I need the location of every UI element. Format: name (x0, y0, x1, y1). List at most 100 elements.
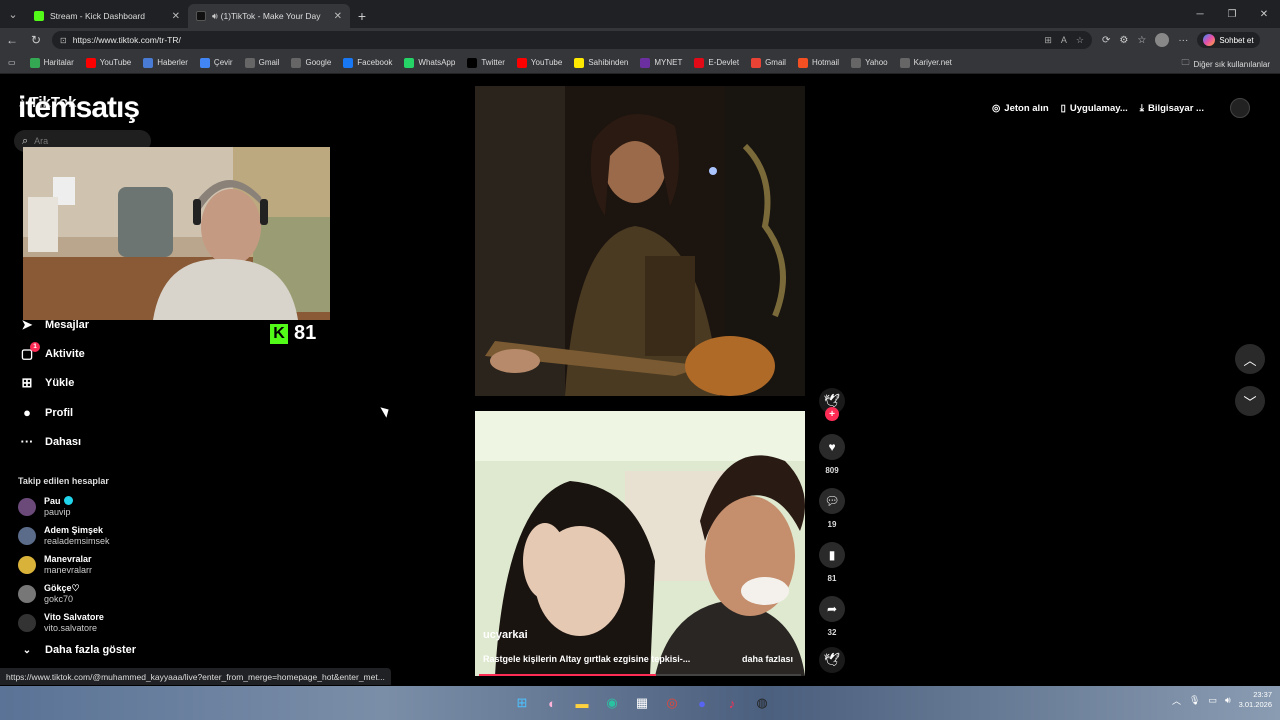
close-window-icon[interactable]: ✕ (1248, 0, 1280, 28)
copilot-icon (1203, 34, 1216, 46)
reload-icon[interactable]: ↻ (24, 28, 48, 52)
audio-playing-icon[interactable]: 🔊︎ (212, 11, 218, 22)
extensions-icon[interactable]: ⟳ (1102, 35, 1110, 46)
following-item[interactable]: Gökçe♡ gokc70 (18, 580, 110, 609)
bookmark-label: Twitter (481, 58, 505, 67)
verified-badge-icon (63, 495, 73, 505)
bookmark-item[interactable]: Kariyer.net (899, 57, 952, 68)
bookmark-item[interactable]: Haritalar (29, 57, 74, 68)
bookmark-item[interactable]: Hotmail (797, 57, 839, 68)
new-tab-button[interactable]: + (350, 4, 374, 28)
share-icon[interactable]: ➦ (819, 596, 845, 622)
video-author[interactable]: ucyarkai (483, 629, 528, 641)
sidebar-item-dahası[interactable]: ··· Dahası (18, 427, 89, 456)
copilot-button[interactable]: Sohbet et (1197, 32, 1260, 48)
creator-avatar[interactable]: 🕊︎ + (819, 388, 845, 421)
save-action[interactable]: ▮ 81 (819, 542, 845, 583)
clock-time: 23:37 (1253, 690, 1272, 699)
heart-icon[interactable]: ♥ (819, 434, 845, 460)
show-more-button[interactable]: ⌄ Daha fazla göster (18, 644, 136, 656)
bookmark-item[interactable]: Haberler (143, 57, 188, 68)
bookmark-icon[interactable]: ▮ (819, 542, 845, 568)
favorite-star-icon[interactable]: ☆ (1076, 35, 1084, 46)
following-item[interactable]: Vito Salvatore vito.salvatore (18, 609, 110, 638)
following-item[interactable]: Adem Şimşek realademsimsek (18, 521, 110, 550)
other-bookmarks-button[interactable]: 🗀︎ Diğer sık kullanılanlar (1182, 57, 1270, 71)
previous-video-chevron-up-icon[interactable]: ︿ (1235, 344, 1265, 374)
discord-icon[interactable]: ● (690, 691, 714, 715)
bookmark-item[interactable]: Twitter (467, 57, 505, 68)
tab-list-chevron-icon[interactable]: ⌄ (0, 0, 26, 28)
like-action[interactable]: ♥ 809 (819, 434, 845, 475)
back-icon[interactable]: ← (0, 28, 24, 52)
sidebar-item-profil[interactable]: ● Profil (18, 398, 89, 427)
bookmark-item[interactable]: MYNET (640, 57, 682, 68)
bookmark-item[interactable]: Gmail (244, 57, 279, 68)
sidebar-item-mesajlar[interactable]: ➤ Mesajlar (18, 310, 89, 339)
bookmark-favicon-icon (143, 57, 154, 68)
video-progress-bar[interactable] (479, 674, 801, 676)
following-item[interactable]: Pau pauvip (18, 492, 110, 521)
browser-tabbar: ⌄ Stream - Kick Dashboard ✕ 🔊︎ (1)TikTok… (0, 0, 1280, 28)
like-count: 809 (825, 466, 839, 475)
close-tab-icon[interactable]: ✕ (172, 11, 180, 22)
minimize-icon[interactable]: ─ (1184, 0, 1216, 28)
close-tab-icon[interactable]: ✕ (334, 11, 342, 22)
bookmark-item[interactable]: Sahibinden (574, 57, 628, 68)
bookmarks-menu-icon[interactable]: ▭ (8, 58, 16, 67)
next-video-chevron-down-icon[interactable]: ﹀ (1235, 386, 1265, 416)
bookmark-item[interactable]: Gmail (751, 57, 786, 68)
video-player-2[interactable]: ucyarkai Rastgele kişilerin Altay gırtla… (475, 411, 805, 676)
copilot-taskbar-icon[interactable]: ◐ (540, 691, 564, 715)
bookmark-favicon-icon (467, 57, 478, 68)
video-player-1[interactable] (475, 86, 805, 396)
following-item[interactable]: Manevralar manevralarr (18, 550, 110, 579)
bookmark-item[interactable]: Çevir (199, 57, 233, 68)
network-icon[interactable]: ▭ (1208, 695, 1217, 706)
search-icon: ⌕ (22, 134, 29, 147)
sidebar-item-aktivite[interactable]: ▢ 1 Aktivite (18, 339, 89, 368)
bookmark-favicon-icon (404, 57, 415, 68)
bookmark-item[interactable]: YouTube (85, 57, 131, 68)
bookmark-item[interactable]: Yahoo (851, 57, 888, 68)
user-avatar[interactable] (1229, 98, 1250, 118)
comment-action[interactable]: 💬︎ 19 (819, 488, 845, 529)
bookmark-favicon-icon (694, 57, 705, 68)
file-explorer-icon[interactable]: ▬ (570, 691, 594, 715)
clock[interactable]: 23:37 3.01.2026 (1239, 690, 1272, 710)
get-coins-button[interactable]: ◎ Jeton alın (992, 103, 1049, 114)
url-field[interactable]: ⊡ https://www.tiktok.com/tr-TR/ ⊞ A ☆ (52, 31, 1092, 49)
bookmark-item[interactable]: WhatsApp (404, 57, 455, 68)
desktop-app-button[interactable]: ⤓ Bilgisayar ... (1140, 103, 1204, 114)
edge-icon[interactable]: ◉ (600, 691, 624, 715)
share-action[interactable]: ➦ 32 (819, 596, 845, 637)
microphone-icon[interactable]: 🎙︎ (1189, 695, 1200, 706)
volume-icon[interactable]: 🔊︎ (1225, 695, 1231, 706)
comment-icon[interactable]: 💬︎ (819, 488, 845, 514)
site-info-icon[interactable]: ⊡ (60, 36, 67, 45)
favorites-icon[interactable]: ☆ (1137, 35, 1146, 46)
see-more-link[interactable]: daha fazlası (742, 654, 793, 664)
sidebar-item-yükle[interactable]: ⊞ Yükle (18, 369, 89, 398)
bookmark-item[interactable]: E-Devlet (694, 57, 739, 68)
bookmark-item[interactable]: Google (291, 57, 331, 68)
tiktok-taskbar-icon[interactable]: ♪ (720, 691, 744, 715)
split-screen-icon[interactable]: ⚙ (1119, 35, 1128, 46)
tab-kick-dashboard[interactable]: Stream - Kick Dashboard ✕ (26, 4, 188, 28)
follow-plus-icon[interactable]: + (825, 407, 839, 421)
bookmark-item[interactable]: Facebook (343, 57, 392, 68)
tab-tiktok[interactable]: 🔊︎ (1)TikTok - Make Your Day ✕ (188, 4, 350, 28)
get-app-button[interactable]: ▯ Uygulamay... (1061, 103, 1128, 114)
tray-chevron-up-icon[interactable]: ︿ (1172, 694, 1181, 707)
restore-icon[interactable]: ❐ (1216, 0, 1248, 28)
windows-start-icon[interactable]: ⊞ (510, 691, 534, 715)
obs-icon[interactable]: ◍ (750, 691, 774, 715)
settings-more-icon[interactable]: ··· (1178, 35, 1188, 46)
music-disc-icon[interactable]: 🕊︎ (819, 647, 845, 673)
app-available-icon[interactable]: ⊞ (1044, 35, 1052, 46)
store-icon[interactable]: ▦ (630, 691, 654, 715)
translate-icon[interactable]: A (1061, 35, 1067, 46)
bookmark-item[interactable]: YouTube (516, 57, 562, 68)
chrome-icon[interactable]: ◎ (660, 691, 684, 715)
profile-avatar-icon[interactable] (1155, 33, 1170, 47)
